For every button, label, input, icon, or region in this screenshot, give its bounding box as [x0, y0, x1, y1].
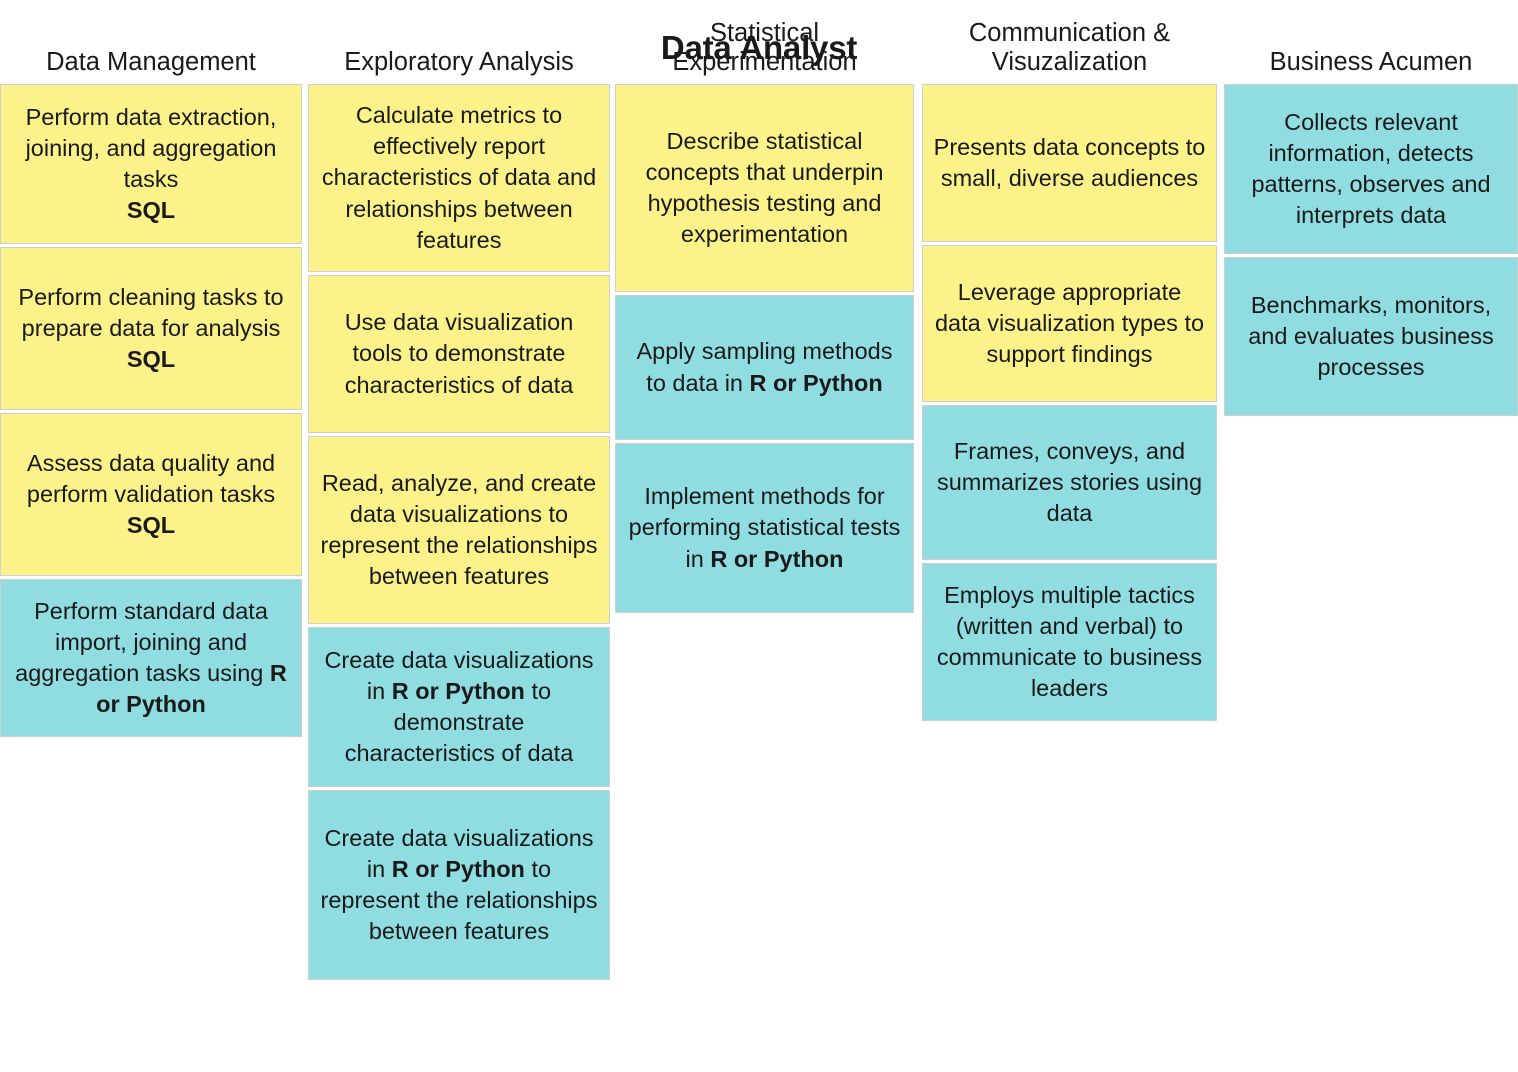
skill-card[interactable]: Collects relevant information, detects p… — [1224, 84, 1518, 254]
column-header: Data Management — [46, 48, 256, 77]
skill-card[interactable]: Use data visualization tools to demonstr… — [308, 275, 610, 433]
skill-column: Data Management Perform data extraction, … — [0, 0, 306, 740]
skill-card-language: SQL — [126, 512, 176, 539]
card-list: Perform data extraction, joining, and ag… — [0, 84, 302, 740]
skill-card[interactable]: Employs multiple tactics (written and ve… — [922, 563, 1217, 721]
skill-column: Statistical Experimentation Describe stat… — [613, 0, 918, 616]
skill-card[interactable]: Implement methods for performing statist… — [615, 443, 914, 613]
skill-card-text: Benchmarks, monitors, and evaluates busi… — [1248, 291, 1494, 381]
skill-card-text: Presents data concepts to small, diverse… — [933, 133, 1206, 191]
skill-card-text: Perform data extraction, joining, and ag… — [25, 103, 277, 193]
column-header: Statistical Experimentation — [672, 18, 857, 77]
skill-card-text: Describe statistical concepts that under… — [645, 127, 884, 248]
skill-card[interactable]: Perform data extraction, joining, and ag… — [0, 84, 302, 244]
skill-column: Exploratory Analysis Calculate metrics to… — [306, 0, 613, 983]
skill-card[interactable]: Leverage appropriate data visualization … — [922, 245, 1217, 402]
skill-card-text: Read, analyze, and create data visualiza… — [320, 469, 598, 590]
skill-card[interactable]: Create data visualizations in R or Pytho… — [308, 627, 610, 787]
skill-card-text: Create data visualizations in R or Pytho… — [320, 824, 598, 945]
column-header: Communication & Visuzalization — [968, 18, 1171, 77]
skill-card[interactable]: Read, analyze, and create data visualiza… — [308, 436, 610, 624]
card-list: Presents data concepts to small, diverse… — [922, 84, 1217, 724]
skills-board: Data Management Perform data extraction, … — [0, 0, 1518, 1072]
skill-column: Communication & Visuzalization Presents d… — [918, 0, 1220, 724]
skill-card[interactable]: Describe statistical concepts that under… — [615, 84, 914, 292]
skill-card-text: Create data visualizations in R or Pytho… — [324, 646, 594, 767]
skill-card[interactable]: Calculate metrics to effectively report … — [308, 84, 610, 272]
card-list: Collects relevant information, detects p… — [1224, 84, 1518, 419]
skill-card-text: Leverage appropriate data visualization … — [934, 278, 1205, 368]
skill-card[interactable]: Create data visualizations in R or Pytho… — [308, 790, 610, 980]
skill-card-text: Perform cleaning tasks to prepare data f… — [18, 283, 284, 341]
skill-card[interactable]: Frames, conveys, and summarizes stories … — [922, 405, 1217, 560]
skill-card-text: Perform standard data import, joining an… — [15, 597, 287, 718]
skill-card[interactable]: Perform cleaning tasks to prepare data f… — [0, 247, 302, 410]
skill-card-text: Apply sampling methods to data in R or P… — [636, 338, 893, 396]
skill-card-text: Collects relevant information, detects p… — [1251, 108, 1491, 229]
card-list: Describe statistical concepts that under… — [615, 84, 914, 616]
column-header: Business Acumen — [1269, 48, 1473, 77]
skill-card-language: SQL — [126, 197, 176, 224]
card-list: Calculate metrics to effectively report … — [308, 84, 610, 983]
skill-card-text: Employs multiple tactics (written and ve… — [936, 581, 1203, 702]
skill-card-text: Use data visualization tools to demonstr… — [344, 309, 574, 398]
skill-card[interactable]: Benchmarks, monitors, and evaluates busi… — [1224, 257, 1518, 416]
skills-matrix-page: Data Analyst Data Management Perform data… — [0, 0, 1518, 1072]
skill-column: Business Acumen Collects relevant informa… — [1220, 0, 1518, 419]
skill-card-text: Frames, conveys, and summarizes stories … — [936, 437, 1203, 527]
skill-card-text: Assess data quality and perform validati… — [26, 449, 276, 507]
skill-card[interactable]: Perform standard data import, joining an… — [0, 579, 302, 737]
skill-card-text: Calculate metrics to effectively report … — [321, 101, 597, 253]
skill-card[interactable]: Presents data concepts to small, diverse… — [922, 84, 1217, 242]
column-header: Exploratory Analysis — [344, 48, 574, 77]
skill-card[interactable]: Assess data quality and perform validati… — [0, 413, 302, 576]
skill-card[interactable]: Apply sampling methods to data in R or P… — [615, 295, 914, 440]
skill-card-language: SQL — [126, 346, 176, 373]
skill-card-text: Implement methods for performing statist… — [628, 483, 901, 572]
